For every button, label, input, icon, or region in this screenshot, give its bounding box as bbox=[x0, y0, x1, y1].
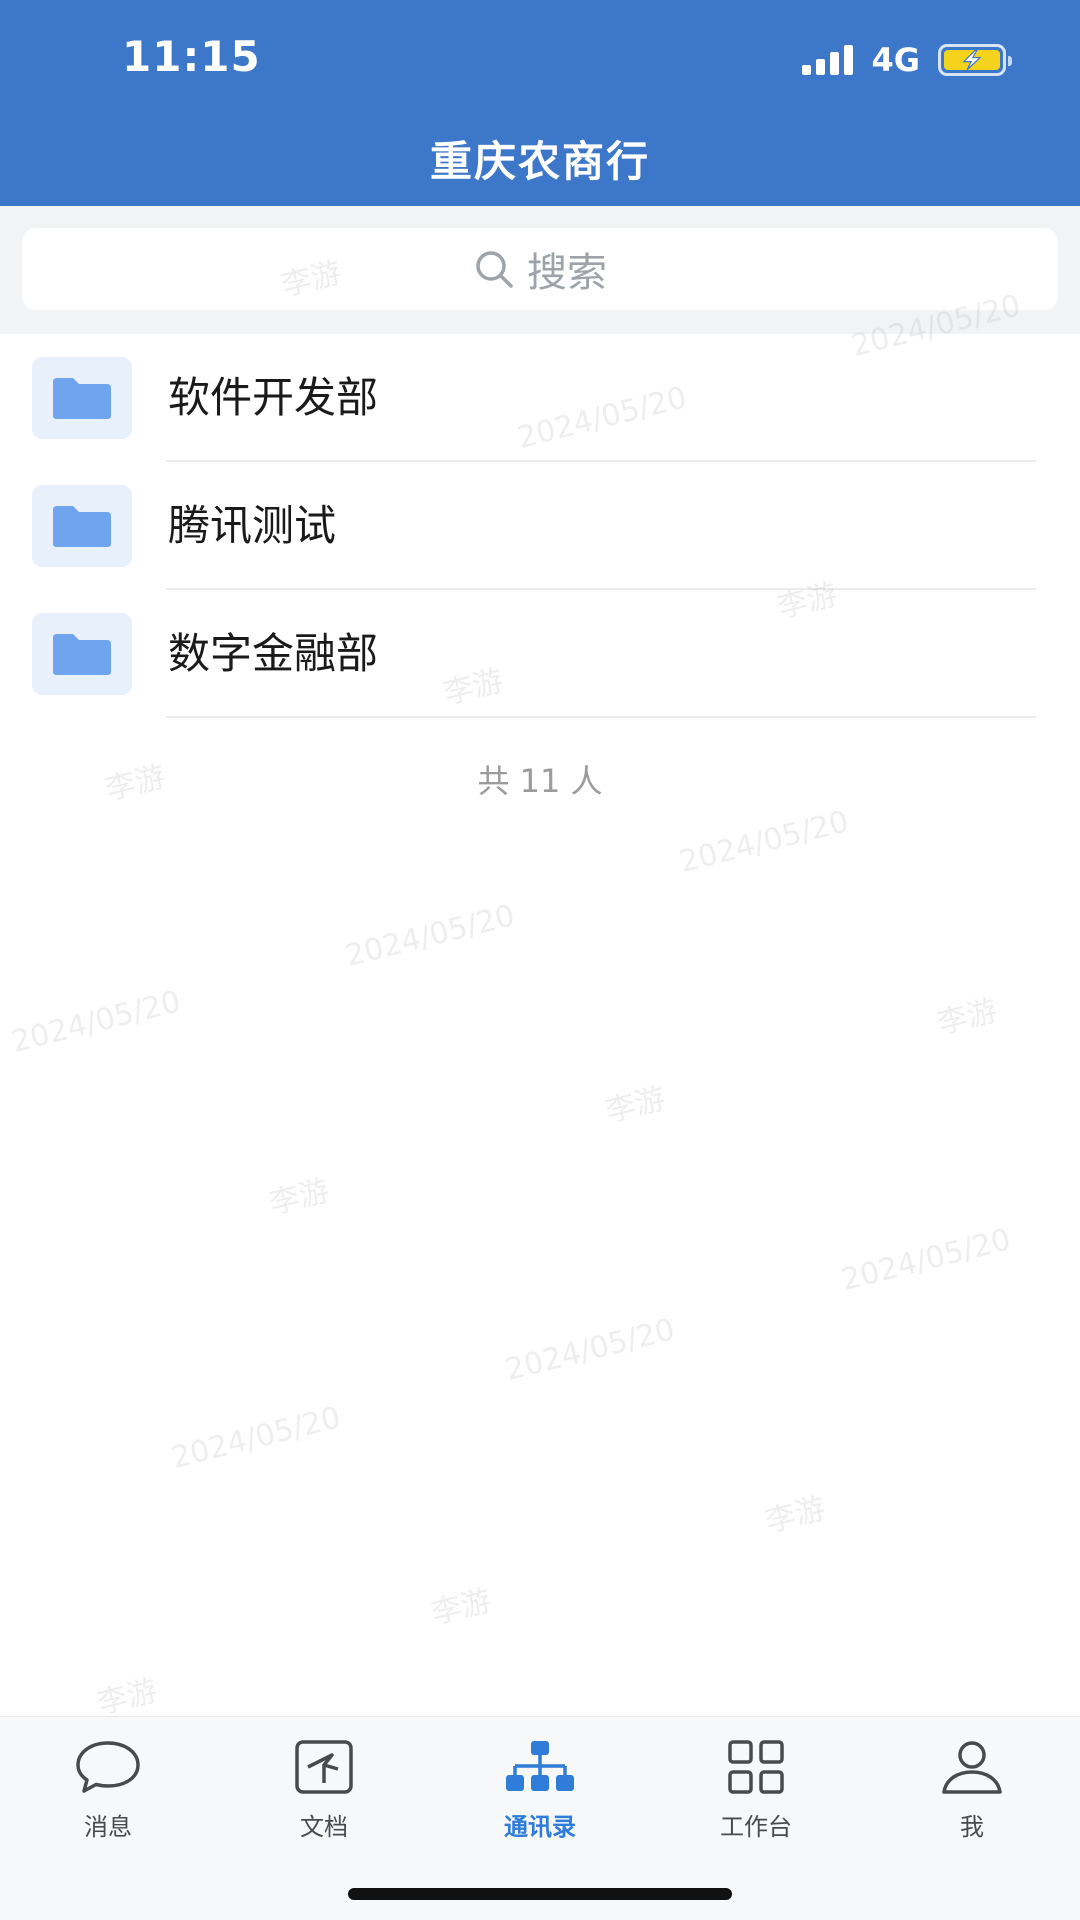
list-item-tencent-test[interactable]: 腾讯测试 bbox=[0, 462, 1080, 590]
search-placeholder: 搜索 bbox=[527, 250, 607, 296]
divider bbox=[166, 716, 1036, 718]
tab-label: 文档 bbox=[300, 1813, 348, 1841]
tab-label: 工作台 bbox=[720, 1813, 792, 1841]
page-title: 重庆农商行 bbox=[429, 137, 650, 186]
folder-icon bbox=[32, 613, 132, 695]
org-chart-icon bbox=[506, 1741, 574, 1791]
tab-label: 通讯录 bbox=[504, 1813, 576, 1841]
signal-icon bbox=[802, 45, 854, 75]
watermark-date: 2024/05/20 bbox=[168, 1400, 345, 1476]
watermark-name: 李游 bbox=[933, 993, 1001, 1042]
tab-label: 消息 bbox=[84, 1813, 132, 1841]
grid-icon bbox=[728, 1740, 784, 1794]
folder-icon bbox=[32, 485, 132, 567]
list-item-label: 软件开发部 bbox=[168, 373, 379, 422]
contacts-screen: 11:15 4G 重庆农商行 搜索 软件开发部 腾讯测试 数字金融部 共 11 … bbox=[0, 0, 1080, 1920]
tab-messages[interactable]: 消息 bbox=[28, 1739, 188, 1859]
watermark-date: 2024/05/20 bbox=[502, 1312, 679, 1388]
tab-contacts[interactable]: 通讯录 bbox=[460, 1739, 620, 1859]
department-list: 软件开发部 腾讯测试 数字金融部 bbox=[0, 334, 1080, 718]
list-item-software-dev[interactable]: 软件开发部 bbox=[0, 334, 1080, 462]
watermark-date: 2024/05/20 bbox=[342, 898, 519, 974]
search-area: 搜索 bbox=[0, 206, 1080, 334]
tab-me[interactable]: 我 bbox=[892, 1739, 1052, 1859]
status-time: 11:15 bbox=[122, 32, 261, 81]
home-indicator bbox=[348, 1888, 732, 1900]
search-icon bbox=[473, 248, 515, 290]
watermark-name: 李游 bbox=[93, 1673, 161, 1716]
watermark-date: 2024/05/20 bbox=[676, 804, 853, 880]
list-item-digital-finance[interactable]: 数字金融部 bbox=[0, 590, 1080, 718]
folder-icon bbox=[32, 357, 132, 439]
watermark-name: 李游 bbox=[427, 1583, 495, 1632]
chat-bubble-icon bbox=[76, 1741, 140, 1793]
member-count: 共 11 人 bbox=[477, 762, 603, 800]
tab-workbench[interactable]: 工作台 bbox=[676, 1739, 836, 1859]
network-type: 4G bbox=[871, 41, 920, 79]
document-icon bbox=[295, 1740, 353, 1794]
watermark-date: 2024/05/20 bbox=[838, 1222, 1015, 1298]
list-item-label: 数字金融部 bbox=[168, 629, 379, 678]
watermark-date: 2024/05/20 bbox=[8, 984, 185, 1060]
watermark-name: 李游 bbox=[265, 1173, 333, 1222]
watermark-name: 李游 bbox=[601, 1081, 669, 1130]
tab-documents[interactable]: 文档 bbox=[244, 1739, 404, 1859]
search-input[interactable]: 搜索 bbox=[22, 228, 1058, 310]
battery-charging-icon bbox=[938, 44, 1012, 76]
person-icon bbox=[942, 1741, 1002, 1794]
tab-label: 我 bbox=[960, 1813, 984, 1841]
status-indicators: 4G bbox=[802, 38, 1012, 82]
app-header: 11:15 4G 重庆农商行 bbox=[0, 0, 1080, 206]
watermark-name: 李游 bbox=[761, 1491, 829, 1540]
list-item-label: 腾讯测试 bbox=[168, 501, 337, 550]
